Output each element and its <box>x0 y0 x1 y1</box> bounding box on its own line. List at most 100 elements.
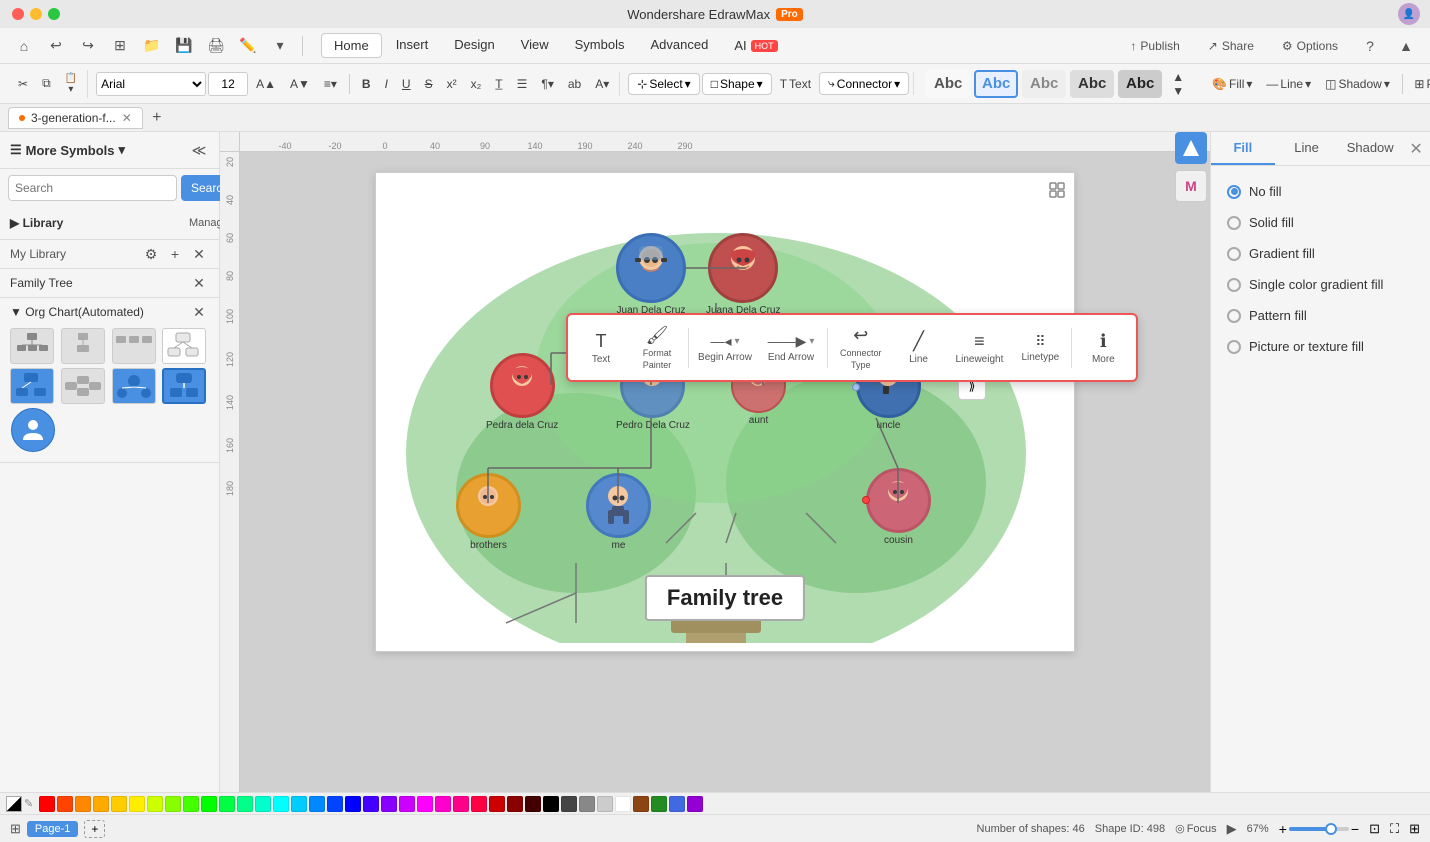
subscript-btn[interactable]: x₂ <box>465 74 488 94</box>
dropdown-icon[interactable]: ▾ <box>266 32 294 60</box>
person-cousin[interactable]: cousin <box>866 468 931 546</box>
save-icon[interactable]: 💾 <box>170 32 198 60</box>
select-button[interactable]: ⊹ Select ▾ <box>628 73 699 95</box>
fill-solid[interactable]: Solid fill <box>1221 207 1420 238</box>
color-swatch[interactable] <box>309 796 325 812</box>
line-btn[interactable]: — Line ▾ <box>1260 74 1317 94</box>
org-thumb-5[interactable] <box>10 368 54 404</box>
person-brothers[interactable]: brothers <box>456 473 521 551</box>
maximize-dot[interactable] <box>48 8 60 20</box>
style-5[interactable]: Abc <box>1118 70 1162 98</box>
fit-btn[interactable]: ⊡ <box>1369 821 1380 837</box>
style-3[interactable]: Abc <box>1022 70 1066 98</box>
fill-picture[interactable]: Picture or texture fill <box>1221 331 1420 362</box>
line-tab[interactable]: Line <box>1275 132 1339 165</box>
search-input[interactable] <box>8 175 177 201</box>
grid-view-btn[interactable]: ⊞ <box>1409 821 1420 837</box>
color-swatch[interactable] <box>327 796 343 812</box>
focus-btn[interactable]: ◎Focus <box>1175 822 1217 835</box>
shape-button[interactable]: □ Shape ▾ <box>702 73 772 95</box>
list-btn[interactable]: ☰ <box>511 74 534 94</box>
new-tab-icon[interactable]: ⊞ <box>106 32 134 60</box>
color-swatch[interactable] <box>669 796 685 812</box>
shadow-tab[interactable]: Shadow <box>1338 132 1402 165</box>
canvas[interactable]: Juan Dela Cruz <box>375 172 1075 652</box>
shadow-btn[interactable]: ◫ Shadow ▾ <box>1319 74 1396 94</box>
color-swatch[interactable] <box>381 796 397 812</box>
publish-button[interactable]: ↑Publish <box>1120 35 1189 57</box>
font-size-down[interactable]: A▼ <box>284 74 316 94</box>
ft-lineweight-btn[interactable]: ≡ Lineweight <box>950 327 1010 369</box>
text-button[interactable]: T Text <box>774 74 817 94</box>
person-juan[interactable]: Juan Dela Cruz <box>616 233 686 316</box>
my-lib-add-btn[interactable]: + <box>165 244 185 264</box>
org-close-btn[interactable]: ✕ <box>189 302 209 322</box>
color-swatch[interactable] <box>237 796 253 812</box>
color-swatch[interactable] <box>399 796 415 812</box>
ft-more-btn[interactable]: ℹ More <box>1078 327 1128 369</box>
font-color-btn[interactable]: A▾ <box>589 74 615 94</box>
color-swatch[interactable] <box>345 796 361 812</box>
color-swatch[interactable] <box>615 796 631 812</box>
tab-view[interactable]: View <box>509 33 561 58</box>
color-swatch[interactable] <box>219 796 235 812</box>
color-swatch[interactable] <box>507 796 523 812</box>
org-thumb-6[interactable] <box>61 368 105 404</box>
ft-format-painter-btn[interactable]: 🖌 Format Painter <box>632 321 682 374</box>
color-swatch[interactable] <box>255 796 271 812</box>
family-tree-close-btn[interactable]: ✕ <box>189 273 209 293</box>
text-outline-btn[interactable]: ab <box>562 74 587 94</box>
color-swatch[interactable] <box>57 796 73 812</box>
org-thumb-1[interactable] <box>10 328 54 364</box>
align-btn[interactable]: ≡▾ <box>318 74 343 94</box>
color-swatch[interactable] <box>561 796 577 812</box>
canvas-container[interactable]: Juan Dela Cruz <box>240 152 1210 792</box>
minimize-dot[interactable] <box>30 8 42 20</box>
paste-button[interactable]: 📋▾ <box>59 70 83 98</box>
collapse-icon[interactable]: ▲ <box>1392 32 1420 60</box>
fill-gradient[interactable]: Gradient fill <box>1221 238 1420 269</box>
strikethrough-btn[interactable]: S <box>419 74 439 94</box>
edit-icon[interactable]: ✏️ <box>234 32 262 60</box>
para-btn[interactable]: ¶▾ <box>535 74 559 94</box>
undo-icon[interactable]: ↩ <box>42 32 70 60</box>
color-swatch[interactable] <box>543 796 559 812</box>
fill-tab[interactable]: Fill <box>1211 132 1275 165</box>
dropper-icon[interactable]: ✎ <box>24 797 33 810</box>
underline-btn[interactable]: U <box>396 74 417 94</box>
default-color-btn[interactable] <box>6 796 22 812</box>
zoom-out-btn[interactable]: − <box>1351 821 1359 837</box>
fullscreen-btn[interactable]: ⛶ <box>1390 821 1399 837</box>
color-swatch[interactable] <box>291 796 307 812</box>
open-icon[interactable]: 📁 <box>138 32 166 60</box>
fill-pattern[interactable]: Pattern fill <box>1221 300 1420 331</box>
italic-btn[interactable]: I <box>379 74 394 94</box>
color-swatch[interactable] <box>435 796 451 812</box>
position-btn[interactable]: ⊞ Position ▾ <box>1408 74 1430 94</box>
help-icon[interactable]: ? <box>1356 32 1384 60</box>
window-controls[interactable] <box>12 8 60 20</box>
share-button[interactable]: ↗Share <box>1198 35 1264 57</box>
fill-no-fill[interactable]: No fill <box>1221 176 1420 207</box>
play-btn[interactable]: ▶ <box>1227 821 1237 837</box>
org-thumb-3[interactable] <box>112 328 156 364</box>
copy-button[interactable]: ⧉ <box>36 73 57 94</box>
avatar[interactable]: 👤 <box>1398 3 1420 25</box>
color-swatch[interactable] <box>93 796 109 812</box>
superscript-btn[interactable]: x² <box>441 74 463 94</box>
text-format-btn[interactable]: T̲ <box>489 74 508 94</box>
color-swatch[interactable] <box>147 796 163 812</box>
tab-insert[interactable]: Insert <box>384 33 441 58</box>
edrawmax-icon[interactable] <box>1175 132 1207 164</box>
fill-close-btn[interactable]: ✕ <box>1402 135 1430 163</box>
options-button[interactable]: ⚙Options <box>1272 35 1348 57</box>
font-size-input[interactable] <box>208 72 248 96</box>
color-swatch[interactable] <box>165 796 181 812</box>
color-swatch[interactable] <box>453 796 469 812</box>
color-swatch[interactable] <box>471 796 487 812</box>
color-swatch[interactable] <box>579 796 595 812</box>
org-thumb-4[interactable] <box>162 328 206 364</box>
color-swatch[interactable] <box>183 796 199 812</box>
style-4[interactable]: Abc <box>1070 70 1114 98</box>
page-label[interactable]: Page-1 <box>27 821 78 837</box>
